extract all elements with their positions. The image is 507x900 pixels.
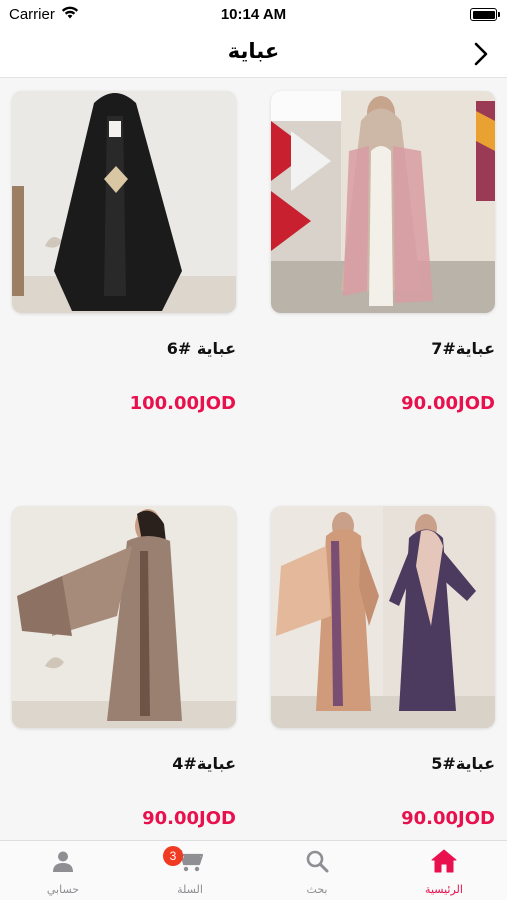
product-price: 100.00JOD <box>129 393 236 414</box>
product-name: عباية#5 <box>431 754 495 773</box>
screen: Carrier 10:14 AM عباية عباية#7 90.00JOD … <box>0 0 507 900</box>
back-button[interactable] <box>469 40 493 68</box>
product-card[interactable]: عباية#5 90.00JOD <box>271 506 495 829</box>
tab-bar: حسابي السلة بحث الرئيسية <box>0 840 507 900</box>
tab-label: الرئيسية <box>425 883 463 896</box>
product-price: 90.00JOD <box>142 808 236 829</box>
tab-search[interactable]: بحث <box>254 841 380 900</box>
product-image[interactable] <box>271 506 495 728</box>
search-icon <box>306 850 329 873</box>
product-name: عباية#4 <box>172 754 236 773</box>
home-icon <box>431 849 457 873</box>
nav-bar: عباية <box>0 30 507 78</box>
product-image[interactable] <box>12 91 236 313</box>
status-time: 10:14 AM <box>220 6 287 23</box>
person-icon <box>53 851 73 872</box>
product-image[interactable] <box>12 506 236 728</box>
product-name: عباية#7 <box>431 339 495 358</box>
battery-icon <box>470 8 500 21</box>
product-name: عباية #6 <box>166 339 236 358</box>
product-card[interactable]: عباية #6 100.00JOD <box>12 91 236 414</box>
product-card[interactable]: عباية#7 90.00JOD <box>271 91 495 414</box>
tab-label: حسابي <box>46 883 80 896</box>
status-bar: Carrier 10:14 AM <box>0 0 507 30</box>
product-image[interactable] <box>271 91 495 313</box>
tab-home[interactable]: الرئيسية <box>381 841 507 900</box>
tab-label: بحث <box>306 883 328 896</box>
page-title: عباية <box>227 39 280 63</box>
cart-badge: 3 <box>163 846 183 866</box>
tab-cart[interactable]: السلة <box>127 841 253 900</box>
tab-account[interactable]: حسابي <box>0 841 126 900</box>
chevron-right-icon <box>474 42 488 66</box>
product-price: 90.00JOD <box>401 393 495 414</box>
tab-label: السلة <box>177 883 203 896</box>
product-price: 90.00JOD <box>401 808 495 829</box>
product-card[interactable]: عباية#4 90.00JOD <box>12 506 236 829</box>
